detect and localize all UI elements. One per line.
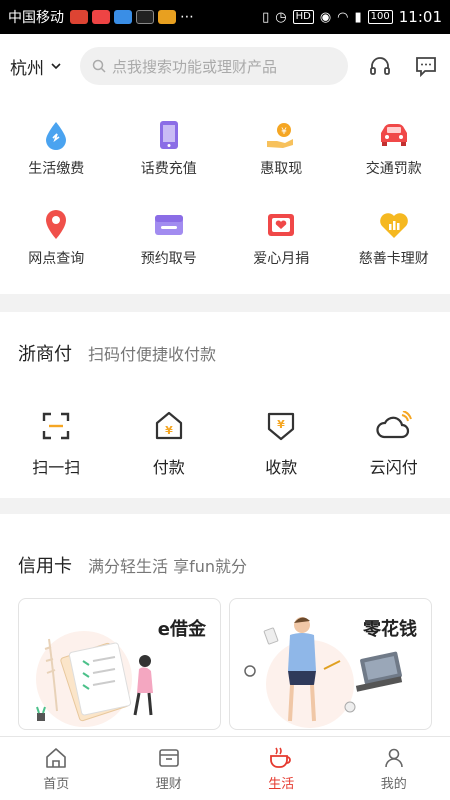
receive-icon: ¥: [268, 412, 295, 441]
home-icon: [46, 747, 67, 768]
svg-text:¥: ¥: [277, 418, 285, 431]
message-icon[interactable]: [414, 54, 438, 78]
app-notification-icon: [92, 10, 110, 24]
eye-icon: ◉: [319, 9, 332, 25]
wifi-icon: ◠: [337, 9, 349, 25]
alarm-icon: ◷: [275, 9, 287, 25]
action-label: 云闪付: [369, 458, 418, 477]
action-label: 付款: [152, 458, 185, 477]
app-notification-icon: [158, 10, 176, 24]
phone-icon: [159, 121, 178, 149]
section-title: 浙商付: [18, 344, 72, 365]
service-item-cash-withdraw[interactable]: ¥ 惠取现: [225, 118, 338, 208]
tab-label: 理财: [155, 776, 182, 792]
service-item-queue-ticket[interactable]: 预约取号: [113, 208, 226, 298]
service-item-charity-card[interactable]: 慈善卡理财: [338, 208, 450, 298]
scan-icon: [43, 412, 70, 440]
car-icon: [380, 124, 407, 146]
service-item-monthly-donation[interactable]: 爱心月捐: [225, 208, 338, 298]
bottom-navigation: 首页 理财 生活 我的: [0, 736, 450, 800]
service-label: 爱心月捐: [253, 251, 310, 267]
action-label: 扫一扫: [32, 458, 81, 477]
card-title: 零花钱: [363, 619, 417, 640]
coffee-cup-icon: [270, 747, 292, 768]
cash-hand-icon: ¥: [267, 123, 294, 148]
location-pin-icon: [46, 210, 67, 239]
svg-text:¥: ¥: [165, 424, 173, 437]
city-name: 杭州: [10, 58, 44, 79]
user-icon: [384, 748, 403, 767]
zheshangfu-section: 浙商付 扫码付便捷收付款 扫一扫 ¥ 付款 ¥ 收款 云闪付: [0, 312, 450, 498]
section-subtitle: 满分轻生活 享fun就分: [88, 557, 248, 576]
headset-icon[interactable]: [368, 54, 392, 78]
battery-icon: 100: [367, 10, 393, 24]
service-item-branch-search[interactable]: 网点查询: [0, 208, 113, 298]
credit-card-section: 信用卡 满分轻生活 享fun就分 e借金 零花钱: [0, 514, 450, 744]
chart-heart-icon: [379, 213, 408, 238]
section-subtitle: 扫码付便捷收付款: [88, 345, 217, 364]
scan-button[interactable]: 扫一扫: [0, 408, 113, 478]
ticket-icon: [154, 215, 183, 235]
service-label: 惠取现: [260, 161, 303, 177]
card-title: e借金: [157, 619, 206, 640]
service-label: 生活缴费: [28, 161, 85, 177]
carrier-name: 中国移动: [8, 10, 64, 26]
health-app-icon: [70, 10, 88, 24]
status-bar: 中国移动 ⋯ ▯ ◷ HD ◉ ◠ ▮ 100 11:01: [0, 0, 450, 34]
more-notifications-icon: ⋯: [180, 9, 194, 25]
service-item-traffic-fine[interactable]: 交通罚款: [338, 118, 450, 208]
tab-label: 我的: [380, 776, 407, 792]
service-label: 网点查询: [28, 251, 85, 267]
wallet-icon: [158, 748, 179, 767]
service-label: 话费充值: [140, 161, 197, 177]
receive-button[interactable]: ¥ 收款: [225, 408, 338, 478]
service-label: 交通罚款: [365, 161, 422, 177]
tab-label: 生活: [268, 776, 295, 792]
app-notification-icon: [114, 10, 132, 24]
service-item-life-payment[interactable]: 生活缴费: [0, 118, 113, 208]
service-grid: 生活缴费 话费充值 ¥ 惠取现 交通罚款 网点查询 预约取号 爱心月捐 慈善卡理…: [0, 98, 450, 294]
pocket-money-card[interactable]: 零花钱: [229, 598, 432, 730]
service-item-phone-topup[interactable]: 话费充值: [113, 118, 226, 208]
svg-text:¥: ¥: [281, 127, 287, 137]
tab-finance[interactable]: 理财: [113, 737, 226, 800]
tab-label: 首页: [43, 776, 70, 792]
vibrate-icon: ▯: [262, 9, 270, 25]
city-selector[interactable]: 杭州: [10, 54, 80, 79]
service-label: 预约取号: [140, 251, 197, 267]
section-title: 信用卡: [18, 556, 72, 577]
search-input[interactable]: 点我搜索功能或理财产品: [80, 47, 348, 85]
cloud-pay-icon: [376, 411, 412, 439]
search-icon: [92, 59, 106, 73]
heart-card-icon: [268, 214, 295, 236]
pay-icon: ¥: [155, 411, 182, 440]
action-label: 收款: [265, 458, 298, 477]
top-header: 杭州 点我搜索功能或理财产品: [0, 34, 450, 98]
service-label: 慈善卡理财: [358, 251, 429, 267]
search-placeholder: 点我搜索功能或理财产品: [112, 57, 278, 76]
e-loan-card[interactable]: e借金: [18, 598, 221, 730]
hd-icon: HD: [292, 10, 314, 24]
water-drop-icon: [46, 122, 67, 150]
tab-mine[interactable]: 我的: [338, 737, 450, 800]
pay-button[interactable]: ¥ 付款: [113, 408, 226, 478]
cloud-pay-button[interactable]: 云闪付: [338, 408, 450, 478]
signal-icon: ▮: [354, 9, 362, 25]
tiktok-icon: [136, 10, 154, 24]
tab-life[interactable]: 生活: [225, 737, 338, 800]
clock-time: 11:01: [398, 8, 442, 26]
chevron-down-icon: [51, 63, 61, 70]
tab-home[interactable]: 首页: [0, 737, 113, 800]
